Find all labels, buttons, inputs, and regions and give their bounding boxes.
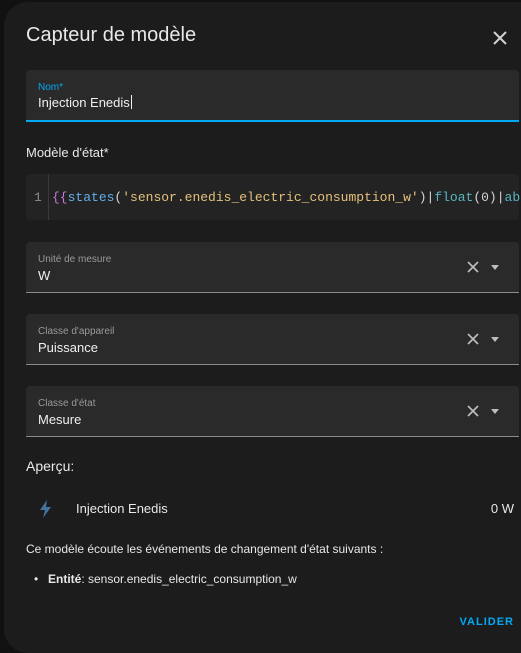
state-class-value: Mesure bbox=[38, 412, 82, 427]
name-field-label: Nom* bbox=[38, 82, 64, 93]
gutter-divider bbox=[48, 174, 49, 220]
name-field[interactable]: Nom* Injection Enedis bbox=[26, 70, 519, 122]
state-class-label: Classe d'état bbox=[38, 398, 96, 409]
validate-button[interactable]: VALIDER bbox=[460, 616, 514, 628]
token-paren-close: ) bbox=[418, 190, 427, 205]
code-line[interactable]: {{states('sensor.enedis_electric_consump… bbox=[52, 190, 521, 205]
text-cursor bbox=[130, 95, 132, 109]
unit-select-value: W bbox=[38, 268, 51, 283]
token-pipe: | bbox=[496, 190, 505, 205]
clear-icon[interactable] bbox=[466, 404, 480, 418]
dialog-title: Capteur de modèle bbox=[26, 24, 197, 46]
device-class-select[interactable]: Classe d'appareil Puissance bbox=[26, 314, 519, 365]
clear-icon[interactable] bbox=[466, 332, 480, 346]
lightning-bolt-icon bbox=[40, 500, 51, 518]
chevron-down-icon[interactable] bbox=[488, 260, 502, 274]
listened-entity-item: Entité: sensor.enedis_electric_consumpti… bbox=[34, 572, 297, 586]
preview-label: Aperçu: bbox=[26, 458, 75, 474]
state-class-select[interactable]: Classe d'état Mesure bbox=[26, 386, 519, 437]
close-icon[interactable] bbox=[488, 26, 512, 50]
token-filter-float: float bbox=[434, 190, 474, 205]
chevron-down-icon[interactable] bbox=[488, 404, 502, 418]
preview-entity-name: Injection Enedis bbox=[76, 501, 168, 516]
entity-label: Entité bbox=[48, 572, 82, 586]
token-float-arg: (0) bbox=[473, 190, 497, 205]
unit-select[interactable]: Unité de mesure W bbox=[26, 242, 519, 293]
line-number: 1 bbox=[34, 190, 42, 205]
clear-icon[interactable] bbox=[466, 260, 480, 274]
state-template-editor[interactable]: 1 {{states('sensor.enedis_electric_consu… bbox=[26, 174, 521, 220]
token-filter-abs: abs bbox=[504, 190, 521, 205]
device-class-value: Puissance bbox=[38, 340, 98, 355]
unit-select-label: Unité de mesure bbox=[38, 254, 112, 265]
chevron-down-icon[interactable] bbox=[488, 332, 502, 346]
listening-description: Ce modèle écoute les événements de chang… bbox=[26, 542, 384, 556]
state-template-label: Modèle d'état* bbox=[26, 145, 109, 160]
token-open-brace: {{ bbox=[52, 190, 68, 205]
token-function: states bbox=[67, 190, 115, 205]
name-field-value[interactable]: Injection Enedis bbox=[38, 95, 132, 110]
entity-value: : sensor.enedis_electric_consumption_w bbox=[81, 572, 297, 586]
template-sensor-dialog: Capteur de modèle Nom* Injection Enedis … bbox=[4, 2, 521, 653]
preview-entity-value: 0 W bbox=[490, 501, 514, 516]
token-string: 'sensor.enedis_electric_consumption_w' bbox=[122, 190, 419, 205]
device-class-label: Classe d'appareil bbox=[38, 326, 115, 337]
